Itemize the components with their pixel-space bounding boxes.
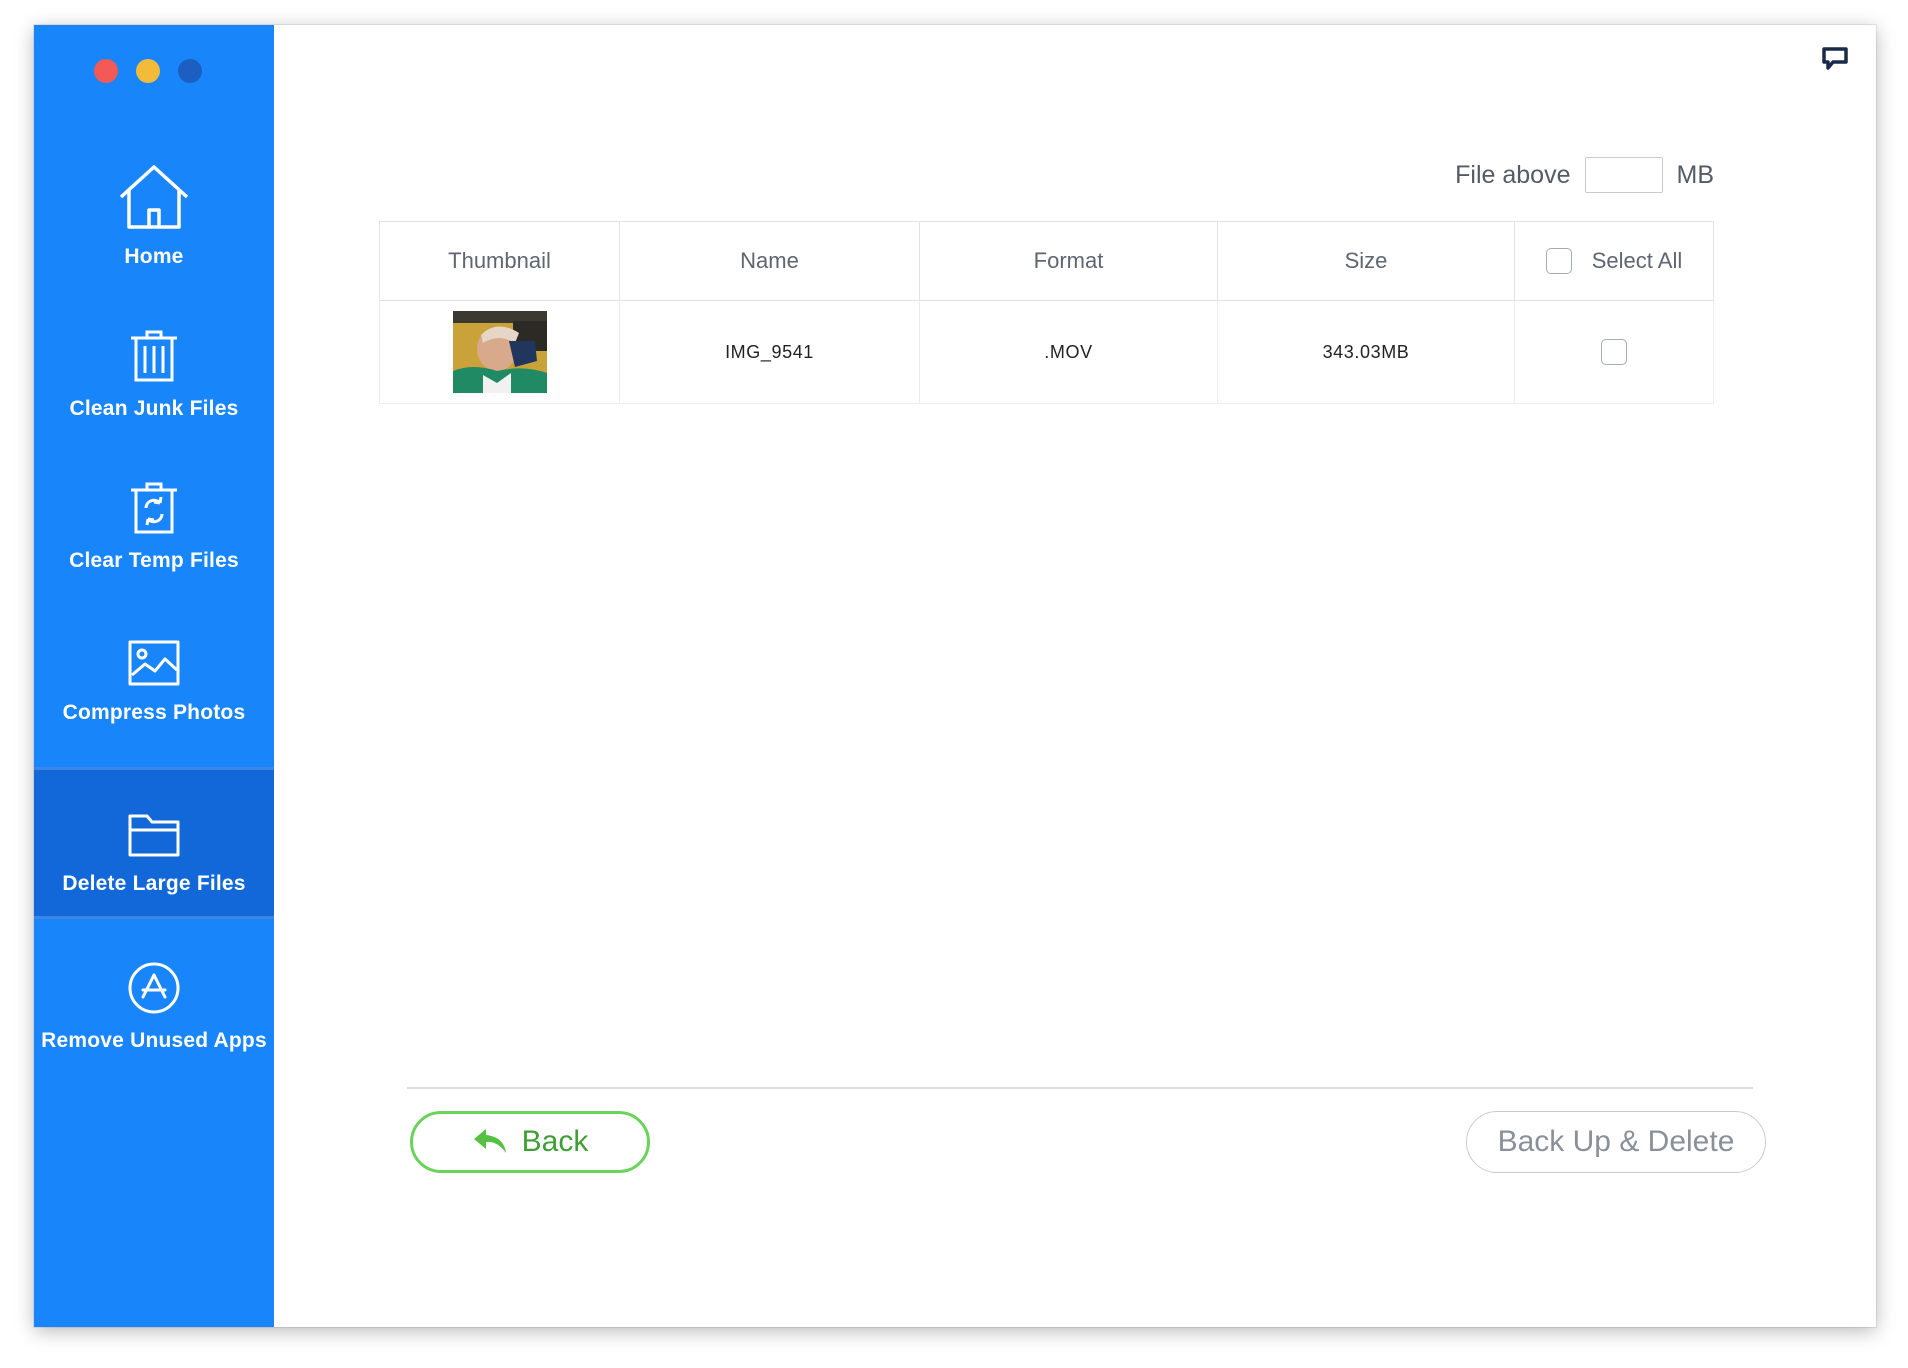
file-name-cell: IMG_9541 (619, 300, 920, 404)
sidebar: Home Clean Junk Files Clear Temp Files C… (34, 25, 274, 1327)
size-filter: File above MB (1455, 157, 1714, 193)
undo-arrow-icon (473, 1129, 506, 1153)
app-window: Home Clean Junk Files Clear Temp Files C… (34, 25, 1876, 1327)
select-cell (1514, 300, 1714, 404)
filter-unit: MB (1676, 160, 1715, 189)
window-controls (94, 59, 202, 83)
column-header-select: Select All (1514, 221, 1714, 301)
column-header-name: Name (619, 221, 920, 301)
column-header-thumbnail: Thumbnail (379, 221, 620, 301)
select-all-checkbox[interactable] (1545, 248, 1572, 274)
sidebar-item-label: Clear Temp Files (69, 549, 239, 572)
sidebar-item-delete-large-files[interactable]: Delete Large Files (34, 767, 274, 919)
filter-label: File above (1455, 160, 1571, 189)
select-all-label[interactable]: Select All (1592, 248, 1683, 274)
table-header-row: Thumbnail Name Format Size Select All (379, 221, 1714, 301)
main-panel: File above MB Thumbnail Name Format Size… (274, 25, 1876, 1327)
row-select-checkbox[interactable] (1601, 339, 1627, 365)
sidebar-item-compress-photos[interactable]: Compress Photos (34, 591, 274, 743)
file-size-cell: 343.03MB (1217, 300, 1515, 404)
folder-icon (128, 814, 180, 857)
sidebar-item-label: Remove Unused Apps (41, 1029, 267, 1052)
backup-and-delete-label: Back Up & Delete (1497, 1125, 1735, 1158)
app-store-icon (128, 962, 180, 1014)
file-format-cell: .MOV (919, 300, 1218, 404)
sidebar-item-label: Delete Large Files (62, 872, 246, 895)
back-button-label: Back (521, 1125, 589, 1158)
backup-and-delete-button[interactable]: Back Up & Delete (1466, 1111, 1766, 1173)
video-thumbnail-image (452, 311, 547, 393)
minimize-window-button[interactable] (136, 59, 160, 83)
large-files-table: Thumbnail Name Format Size Select All IM… (379, 221, 1714, 404)
back-button[interactable]: Back (410, 1111, 650, 1173)
photo-icon (128, 640, 180, 686)
chat-icon[interactable] (1822, 47, 1848, 71)
sidebar-item-clear-temp-files[interactable]: Clear Temp Files (34, 439, 274, 591)
sidebar-item-label: Compress Photos (62, 701, 246, 724)
sidebar-item-label: Home (124, 245, 184, 268)
recycle-bin-icon (131, 482, 177, 534)
sidebar-item-remove-unused-apps[interactable]: Remove Unused Apps (34, 919, 274, 1071)
sidebar-item-label: Clean Junk Files (69, 397, 239, 420)
zoom-window-button[interactable] (178, 59, 202, 83)
sidebar-item-clean-junk-files[interactable]: Clean Junk Files (34, 287, 274, 439)
close-window-button[interactable] (94, 59, 118, 83)
home-icon (119, 165, 189, 229)
trash-icon (131, 330, 177, 382)
sidebar-item-home[interactable]: Home (34, 135, 274, 287)
table-row: IMG_9541 .MOV 343.03MB (379, 300, 1714, 404)
thumbnail-cell (379, 300, 620, 404)
column-header-size: Size (1217, 221, 1515, 301)
footer-divider (407, 1087, 1753, 1089)
column-header-format: Format (919, 221, 1218, 301)
size-threshold-input[interactable] (1584, 157, 1663, 193)
